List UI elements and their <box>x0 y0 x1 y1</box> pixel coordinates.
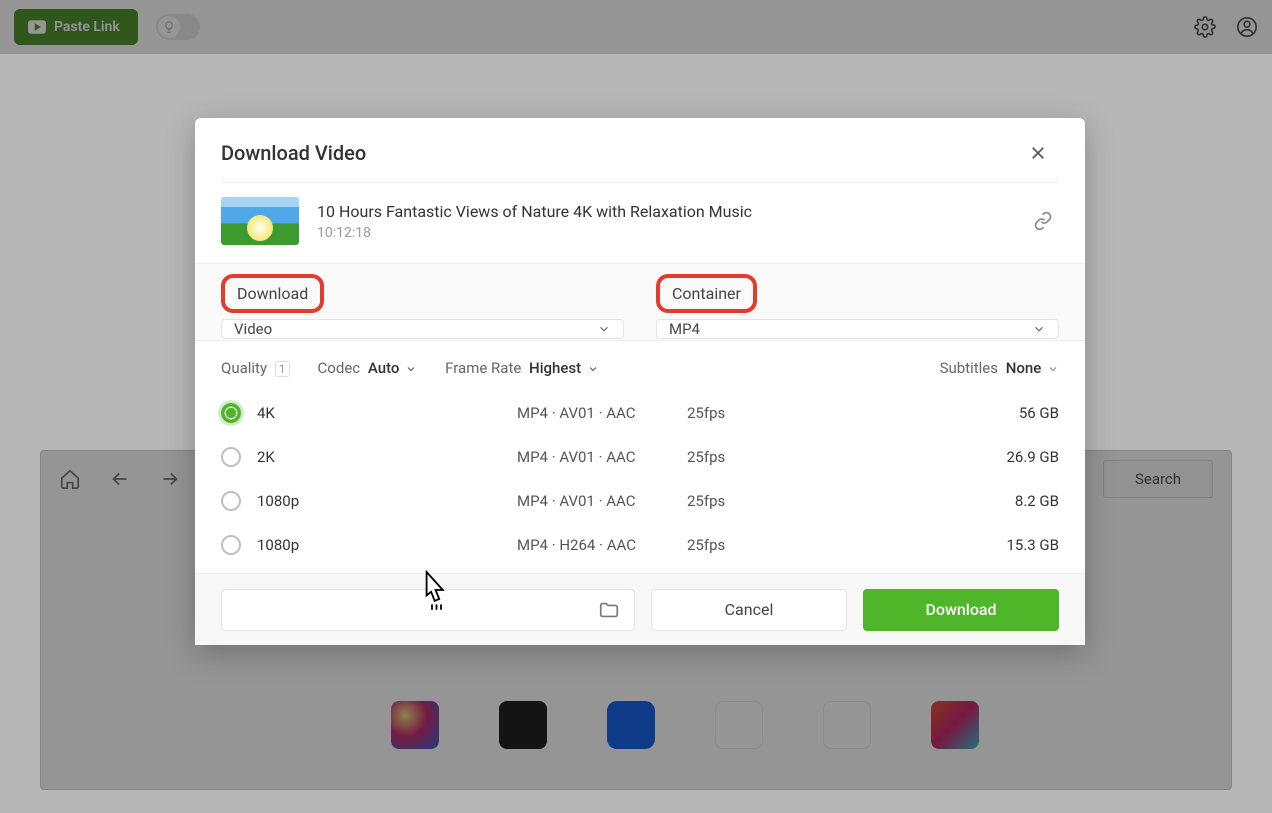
quality-codec: MP4 · AV01 · AAC <box>517 448 687 466</box>
quality-row[interactable]: 2KMP4 · AV01 · AAC25fps26.9 GB <box>221 435 1059 479</box>
download-button[interactable]: Download <box>863 589 1059 631</box>
download-type-select[interactable]: Video <box>221 319 624 339</box>
quality-radio[interactable] <box>221 535 241 555</box>
close-icon <box>1029 144 1047 162</box>
quality-radio[interactable] <box>221 447 241 467</box>
video-title: 10 Hours Fantastic Views of Nature 4K wi… <box>317 202 1009 221</box>
codec-value: Auto <box>368 359 400 377</box>
close-button[interactable] <box>1029 138 1059 168</box>
chevron-down-icon <box>405 363 417 375</box>
container-select[interactable]: MP4 <box>656 319 1059 339</box>
subtitles-filter[interactable]: Subtitles None <box>940 359 1059 377</box>
framerate-filter[interactable]: Frame Rate Highest <box>445 359 599 377</box>
chevron-down-icon <box>587 363 599 375</box>
quality-list: 4KMP4 · AV01 · AAC25fps56 GB2KMP4 · AV01… <box>195 387 1085 573</box>
link-icon <box>1033 211 1053 231</box>
quality-codec: MP4 · AV01 · AAC <box>517 492 687 510</box>
choose-folder-button[interactable] <box>598 599 620 621</box>
chevron-down-icon <box>1032 322 1046 336</box>
video-info-row: 10 Hours Fantastic Views of Nature 4K wi… <box>195 183 1085 263</box>
output-path-field[interactable] <box>221 589 635 631</box>
framerate-label: Frame Rate <box>445 359 521 377</box>
quality-radio[interactable] <box>221 403 241 423</box>
container-label-highlight: Container <box>656 274 757 313</box>
quality-resolution: 4K <box>257 404 517 422</box>
quality-fps: 25fps <box>687 492 827 510</box>
container-label: Container <box>672 284 741 303</box>
quality-label: Quality <box>221 359 267 377</box>
subtitles-label: Subtitles <box>940 359 998 377</box>
chevron-down-icon <box>1047 363 1059 375</box>
download-label-highlight: Download <box>221 274 324 313</box>
download-video-dialog: Download Video 10 Hours Fantastic Views … <box>195 118 1085 645</box>
video-thumbnail <box>221 197 299 245</box>
quality-row[interactable]: 4KMP4 · AV01 · AAC25fps56 GB <box>221 391 1059 435</box>
quality-fps: 25fps <box>687 448 827 466</box>
quality-badge: 1 <box>275 361 290 377</box>
download-label: Download <box>237 284 308 303</box>
framerate-value: Highest <box>529 359 581 377</box>
quality-row[interactable]: 1080pMP4 · H264 · AAC25fps15.3 GB <box>221 523 1059 567</box>
codec-filter[interactable]: Codec Auto <box>318 359 418 377</box>
quality-codec: MP4 · AV01 · AAC <box>517 404 687 422</box>
quality-codec: MP4 · H264 · AAC <box>517 536 687 554</box>
cancel-button[interactable]: Cancel <box>651 589 847 631</box>
container-value: MP4 <box>669 320 700 338</box>
dialog-footer: Cancel Download <box>195 573 1085 645</box>
quality-size: 15.3 GB <box>827 536 1059 554</box>
folder-icon <box>598 599 620 621</box>
dialog-title: Download Video <box>221 141 366 165</box>
quality-resolution: 2K <box>257 448 517 466</box>
quality-filter[interactable]: Quality 1 <box>221 359 290 377</box>
quality-size: 56 GB <box>827 404 1059 422</box>
codec-label: Codec <box>318 359 361 377</box>
quality-row[interactable]: 1080pMP4 · AV01 · AAC25fps8.2 GB <box>221 479 1059 523</box>
subtitles-value: None <box>1006 359 1042 377</box>
video-duration: 10:12:18 <box>317 225 1009 241</box>
filters-row: Quality 1 Codec Auto Frame Rate Highest … <box>195 341 1085 387</box>
quality-size: 26.9 GB <box>827 448 1059 466</box>
quality-fps: 25fps <box>687 404 827 422</box>
chevron-down-icon <box>597 322 611 336</box>
quality-radio[interactable] <box>221 491 241 511</box>
quality-resolution: 1080p <box>257 492 517 510</box>
quality-size: 8.2 GB <box>827 492 1059 510</box>
select-bar: Download Video Container MP4 <box>195 263 1085 341</box>
copy-link-button[interactable] <box>1027 205 1059 237</box>
quality-fps: 25fps <box>687 536 827 554</box>
download-type-value: Video <box>234 320 272 338</box>
quality-resolution: 1080p <box>257 536 517 554</box>
